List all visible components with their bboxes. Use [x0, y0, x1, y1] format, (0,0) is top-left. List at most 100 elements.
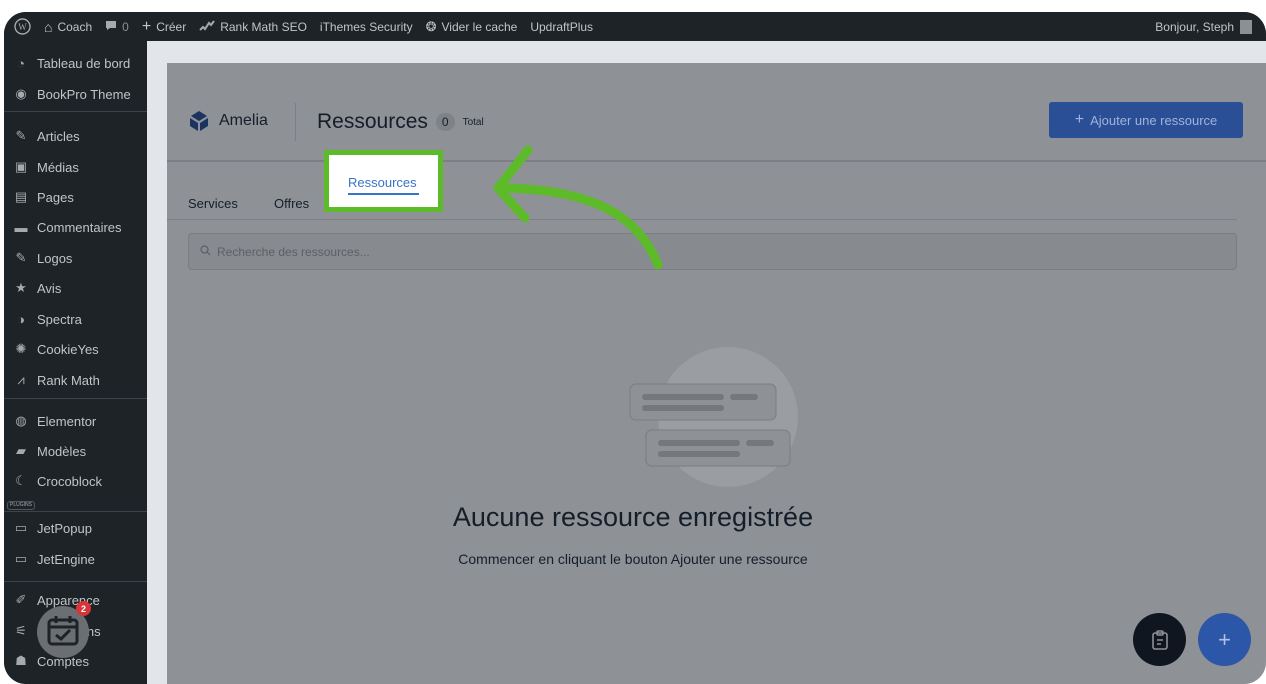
sidebar-item-modeles[interactable]: ▰ Modèles — [4, 436, 147, 466]
clipboard-fab[interactable] — [1133, 613, 1186, 666]
brush-icon: ✐ — [15, 592, 27, 607]
amelia-logo-icon — [190, 111, 208, 131]
page-title: Ressources 0 Total — [317, 110, 484, 134]
sidebar-item-label: BookPro Theme — [37, 86, 131, 102]
clipboard-icon — [1151, 629, 1168, 650]
sidebar-item-medias[interactable]: ▣ Médias — [4, 152, 147, 182]
sidebar-item-label: Avis — [37, 280, 62, 296]
plus-icon: + — [141, 17, 152, 35]
header-divider — [295, 103, 296, 141]
crocoblock-icon: ☾ — [15, 473, 27, 488]
spectra-icon: ◑ — [17, 311, 25, 327]
sidebar-item-label: Elementor — [37, 413, 97, 429]
pin-icon: ✎ — [15, 250, 27, 265]
media-icon: ▣ — [14, 159, 28, 174]
comments-count: 0 — [122, 19, 129, 34]
sidebar-separator — [4, 581, 147, 582]
avatar — [1240, 19, 1252, 34]
search-input[interactable]: Recherche des ressources... — [188, 233, 1237, 270]
sidebar-item-spectra[interactable]: ◑ Spectra — [4, 304, 147, 334]
greeting: Bonjour, Steph — [1155, 19, 1234, 34]
admin-sidebar: ◔ Tableau de bord ◉ BookPro Theme ✎ Articles ▣… — [4, 41, 147, 684]
star-icon: ★ — [15, 280, 27, 295]
svg-text:W: W — [18, 22, 27, 32]
sidebar-item-crocoblock[interactable]: ☾ Crocoblock — [4, 466, 147, 496]
sidebar-item-tableau-de-bord[interactable]: ◔ Tableau de bord — [4, 48, 147, 78]
add-fab[interactable]: + — [1198, 613, 1251, 666]
sidebar-item-label: Articles — [37, 128, 80, 144]
theme-icon: ◉ — [15, 86, 27, 101]
ithemes-label: iThemes Security — [319, 19, 413, 34]
page-icon: ▤ — [14, 189, 28, 204]
add-resource-button[interactable]: + Ajouter une ressource — [1049, 102, 1243, 138]
sidebar-item-commentaires[interactable]: ▬ Commentaires — [4, 212, 147, 242]
plus-icon: + — [1074, 111, 1085, 128]
sidebar-item-label: Logos — [37, 250, 73, 266]
sidebar-item-label: Médias — [37, 159, 79, 175]
comments-link[interactable]: 0 — [105, 20, 129, 34]
site-name: Coach — [57, 19, 93, 34]
cache-icon: ❂ — [425, 18, 437, 34]
ithemes-menu[interactable]: iThemes Security — [320, 20, 413, 34]
folder-icon: ▰ — [16, 443, 26, 458]
total-label: Total — [462, 116, 484, 128]
comment-icon: ▬ — [14, 219, 28, 235]
sidebar-item-cookieyes[interactable]: ✺ CookieYes — [4, 334, 147, 364]
home-icon: ⌂ — [44, 18, 53, 35]
sidebar-item-label: Rank Math — [37, 372, 100, 388]
new-content-label: Créer — [156, 19, 187, 34]
site-name-link[interactable]: ⌂ Coach — [44, 19, 92, 35]
annotation-arrow-icon — [493, 145, 663, 270]
rankmath-menu[interactable]: Rank Math SEO — [199, 20, 307, 34]
tabs-baseline — [167, 219, 1237, 220]
sidebar-item-label: Commentaires — [37, 219, 122, 235]
cache-menu[interactable]: ❂ Vider le cache — [426, 19, 518, 35]
add-resource-label: Ajouter une ressource — [1090, 112, 1218, 128]
updraft-menu[interactable]: UpdraftPlus — [530, 20, 593, 34]
sidebar-item-articles[interactable]: ✎ Articles — [4, 121, 147, 151]
active-tab-indicator — [348, 193, 419, 195]
tab-services[interactable]: Services — [188, 196, 238, 211]
updraft-label: UpdraftPlus — [530, 19, 594, 34]
comment-icon — [105, 20, 117, 34]
sidebar-item-avis[interactable]: ★ Avis — [4, 273, 147, 303]
empty-state-illustration — [629, 347, 798, 487]
new-content-menu[interactable]: + Créer — [142, 18, 186, 36]
tab-offers[interactable]: Offres — [274, 196, 309, 211]
sidebar-item-label: Tableau de bord — [37, 55, 131, 71]
user-icon: ☗ — [15, 653, 27, 668]
app-window: W ⌂ Coach 0 + Créer Rank Math SEO iTheme… — [4, 12, 1266, 684]
rankmath-icon — [199, 19, 216, 34]
search-icon — [200, 244, 211, 259]
sidebar-item-label: Spectra — [37, 311, 82, 327]
plugin-icon: ⚟ — [15, 623, 27, 638]
sidebar-separator — [4, 111, 147, 112]
pin-icon: ✎ — [15, 128, 27, 143]
sidebar-separator — [4, 398, 147, 399]
account-menu[interactable]: Bonjour, Steph — [1155, 12, 1252, 41]
sidebar-item-logos[interactable]: ✎ Logos — [4, 243, 147, 273]
wordpress-logo-icon[interactable]: W — [14, 18, 31, 35]
tab-resources-label: Ressources — [348, 175, 417, 190]
notification-badge: 2 — [76, 601, 91, 616]
sidebar-item-pages[interactable]: ▤ Pages — [4, 182, 147, 212]
sidebar-item-label: Crocoblock — [37, 473, 103, 489]
sidebar-item-rank-math[interactable]: ⩘ Rank Math — [4, 365, 147, 395]
tab-resources[interactable]: Ressources — [324, 150, 443, 212]
cache-label: Vider le cache — [441, 19, 518, 34]
page-title-text: Ressources — [317, 110, 428, 133]
empty-state-subtitle: Commencer en cliquant le bouton Ajouter … — [458, 551, 808, 567]
dashboard-icon: ◔ — [17, 55, 25, 71]
count-badge: 0 — [435, 113, 455, 131]
brand-name: Amelia — [219, 112, 268, 129]
sidebar-item-elementor[interactable]: ◍ Elementor — [4, 406, 147, 436]
rankmath-label: Rank Math SEO — [220, 19, 307, 34]
plus-icon: + — [1218, 626, 1231, 652]
sidebar-item-bookpro-theme[interactable]: ◉ BookPro Theme — [4, 79, 147, 109]
empty-state-title: Aucune ressource enregistrée — [452, 502, 814, 532]
admin-bar: W ⌂ Coach 0 + Créer Rank Math SEO iTheme… — [4, 12, 1266, 41]
sidebar-item-label: CookieYes — [37, 341, 99, 357]
sidebar-item-label: Modèles — [37, 443, 87, 459]
search-placeholder: Recherche des ressources... — [217, 244, 370, 259]
elementor-icon: ◍ — [15, 413, 27, 428]
